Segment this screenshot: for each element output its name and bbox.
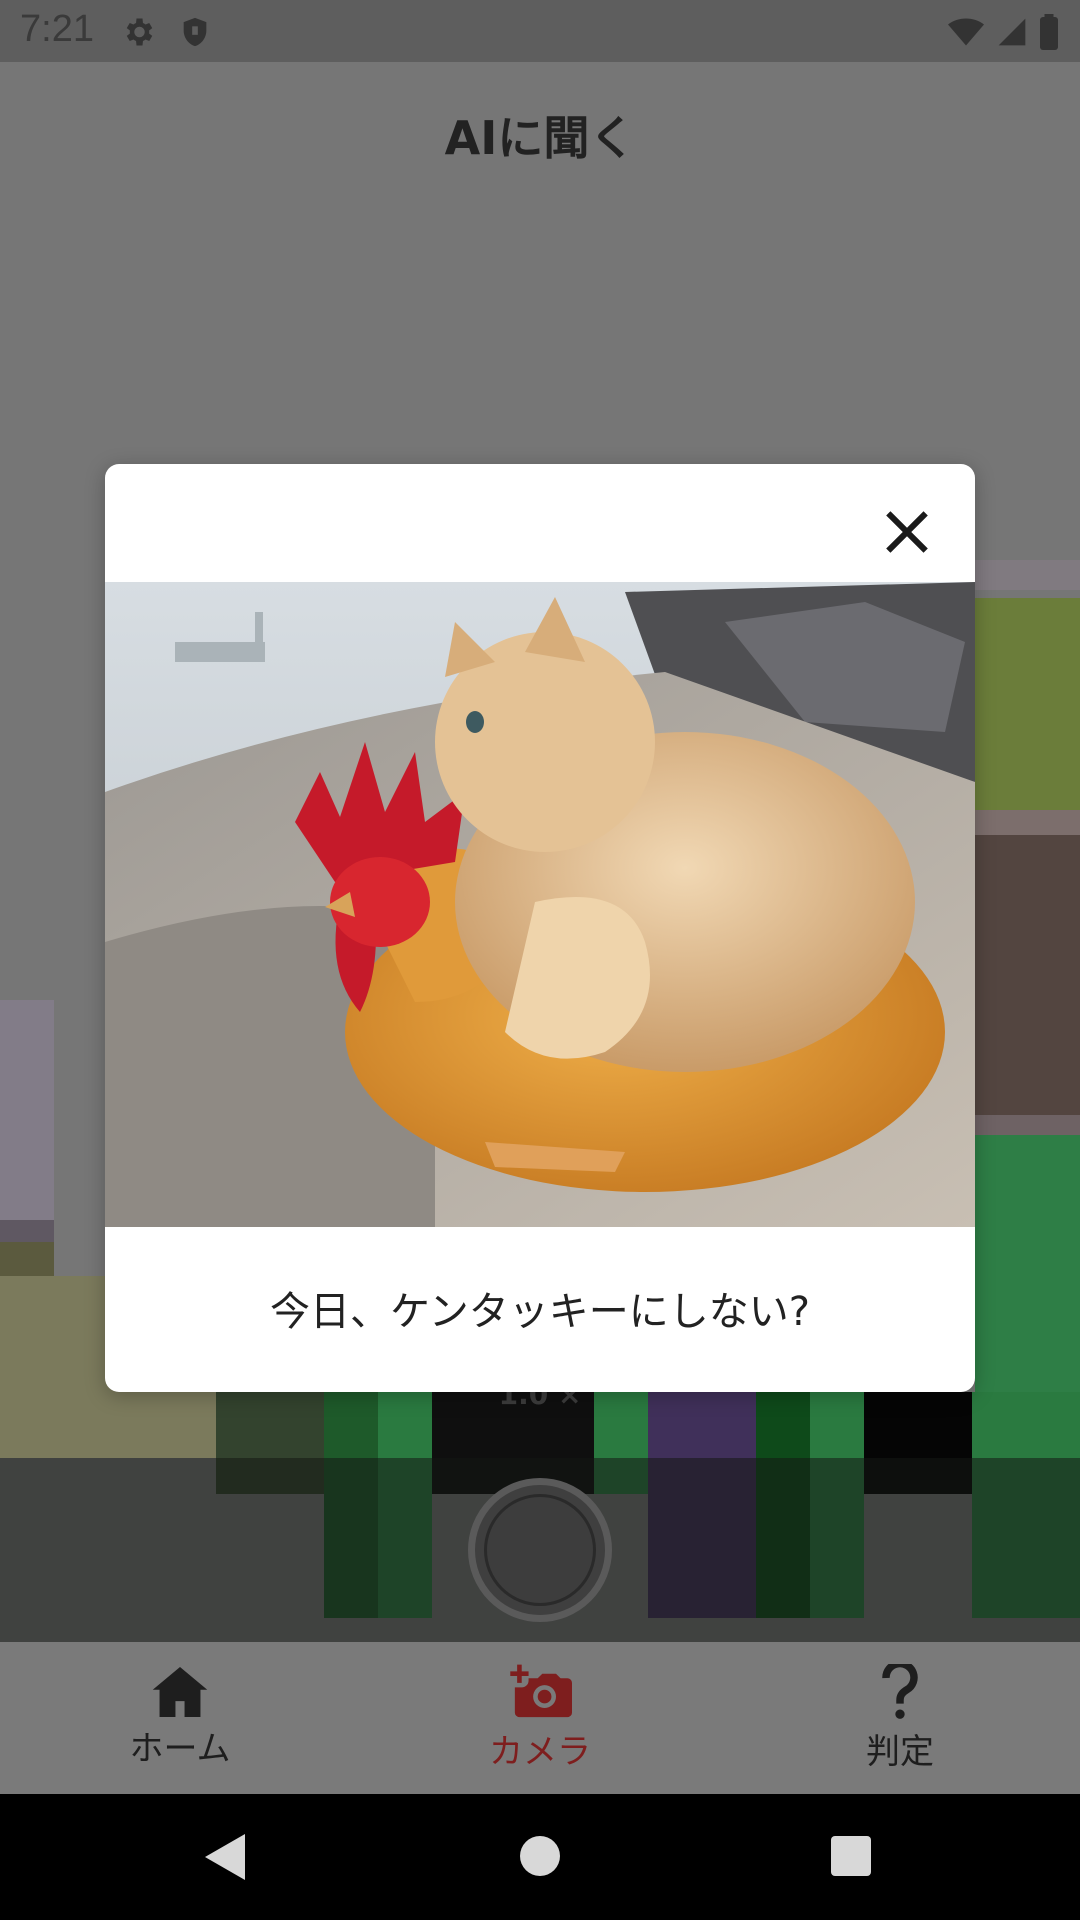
- nav-item-judge[interactable]: 判定: [720, 1642, 1080, 1794]
- nav-label-camera: カメラ: [489, 1731, 591, 1772]
- status-bar: 7:21: [0, 0, 1080, 62]
- wifi-icon: [948, 18, 984, 46]
- recents-icon[interactable]: [831, 1836, 871, 1876]
- promo-dialog: 今日、ケンタッキーにしない?: [105, 464, 975, 1392]
- home-circle-icon[interactable]: [520, 1836, 560, 1876]
- nav-item-camera[interactable]: カメラ: [360, 1642, 720, 1794]
- dialog-message: 今日、ケンタッキーにしない?: [269, 1289, 811, 1335]
- signal-icon: [998, 18, 1026, 46]
- shutter-button-inner: [484, 1494, 596, 1606]
- back-icon[interactable]: [205, 1834, 245, 1880]
- bottom-nav: ホーム カメラ 判定: [0, 1642, 1080, 1794]
- nav-label-judge: 判定: [866, 1731, 934, 1772]
- nav-label-home: ホーム: [129, 1728, 231, 1769]
- status-left-icons: [120, 12, 220, 52]
- nav-item-home[interactable]: ホーム: [0, 1642, 360, 1794]
- status-right-icons: [940, 12, 1060, 52]
- page-title: AIに聞く: [444, 111, 636, 165]
- question-icon: [882, 1663, 918, 1719]
- status-time: 7:21: [20, 8, 94, 50]
- add-camera-icon: [510, 1664, 572, 1717]
- dialog-image: [105, 582, 975, 1227]
- close-icon[interactable]: [879, 504, 935, 560]
- gear-icon: [126, 18, 153, 46]
- system-nav-bar: [0, 1794, 1080, 1920]
- home-icon: [152, 1666, 208, 1717]
- shield-icon: [183, 17, 207, 47]
- battery-icon: [1040, 14, 1058, 50]
